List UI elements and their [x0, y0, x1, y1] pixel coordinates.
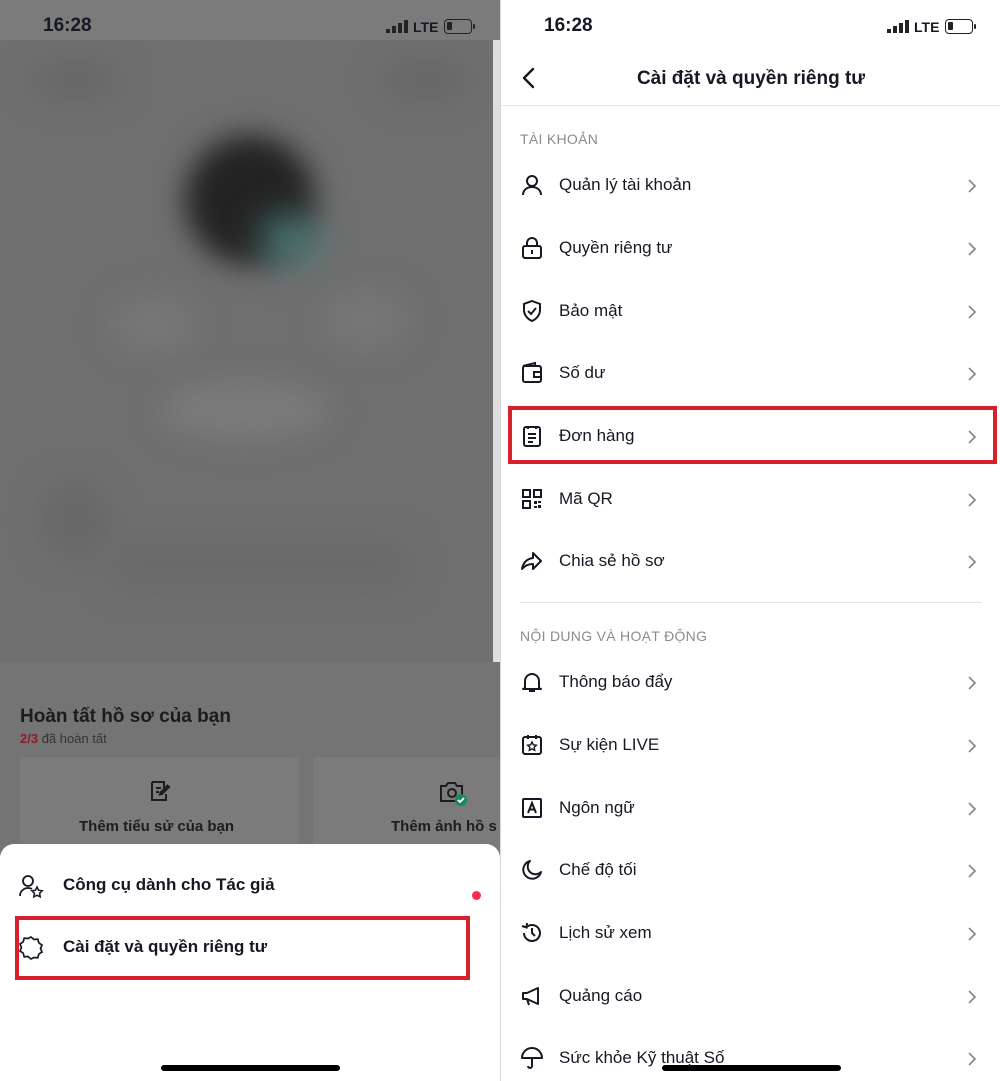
chevron-right-icon: [968, 927, 977, 941]
signal-icon: [386, 20, 408, 33]
language-a-icon: [522, 798, 542, 818]
settings-item-language[interactable]: Ngôn ngữ: [501, 778, 1000, 840]
right-screen: 16:28 LTE Cài đặt và quyền riêng tư TÀI …: [500, 0, 1000, 1081]
settings-item-label: Quảng cáo: [559, 986, 643, 1005]
settings-item-qr-code[interactable]: Mã QR: [501, 469, 1000, 531]
notification-dot: [472, 891, 481, 900]
calendar-star-icon: [522, 735, 542, 755]
left-screen: 16:28 LTE Hoàn tất hồ sơ của bạn 2/3 đã …: [0, 0, 500, 1081]
settings-item-label: Lịch sử xem: [559, 923, 652, 942]
wallet-icon: [522, 361, 542, 383]
profile-completion-title: Hoàn tất hồ sơ của bạn: [20, 706, 231, 727]
moon-icon: [522, 860, 542, 880]
chevron-right-icon: [968, 1052, 977, 1066]
highlight-box-settings: [15, 916, 470, 980]
chevron-right-icon: [968, 493, 977, 507]
nav-bar: Cài đặt và quyền riêng tư: [501, 48, 1000, 106]
chevron-right-icon: [968, 739, 977, 753]
settings-item-share-profile[interactable]: Chia sẻ hồ sơ: [501, 531, 1000, 593]
settings-item-digital-wellbeing[interactable]: Sức khỏe Kỹ thuật Số: [501, 1028, 1000, 1081]
chevron-right-icon: [968, 305, 977, 319]
home-indicator: [662, 1065, 841, 1071]
settings-item-push-notifications[interactable]: Thông báo đẩy: [501, 652, 1000, 714]
page-title: Cài đặt và quyền riêng tư: [636, 68, 866, 89]
bell-icon: [522, 673, 542, 692]
person-icon: [522, 175, 542, 196]
section-header-account: TÀI KHOẢN: [520, 131, 599, 147]
home-indicator: [161, 1065, 340, 1071]
chevron-right-icon: [968, 367, 977, 381]
settings-item-label: Ngôn ngữ: [559, 798, 635, 817]
chevron-right-icon: [968, 802, 977, 816]
network-label: LTE: [413, 19, 439, 35]
progress-text: đã hoàn tất: [41, 731, 107, 746]
umbrella-icon: [521, 1047, 543, 1069]
settings-item-label: Thông báo đẩy: [559, 672, 673, 691]
settings-item-privacy[interactable]: Quyền riêng tư: [501, 218, 1000, 280]
status-time: 16:28: [43, 15, 92, 36]
megaphone-icon: [522, 987, 539, 1006]
settings-item-label: Mã QR: [559, 489, 613, 508]
settings-item-manage-account[interactable]: Quản lý tài khoản: [501, 155, 1000, 217]
section-divider: [520, 602, 982, 603]
chevron-right-icon: [968, 242, 977, 256]
sheet-item-creator-tools[interactable]: Công cụ dành cho Tác giả: [0, 855, 500, 915]
battery-icon: [945, 19, 976, 34]
edit-note-icon: [151, 781, 171, 801]
status-time: 16:28: [544, 15, 593, 36]
add-bio-label: Thêm tiểu sử của bạn: [79, 818, 235, 835]
progress-count: 2/3: [20, 731, 39, 746]
settings-item-label: Bảo mật: [559, 301, 623, 320]
settings-item-label: Sự kiện LIVE: [559, 735, 660, 754]
add-photo-label: Thêm ảnh hồ s: [391, 818, 497, 835]
settings-item-label: Quyền riêng tư: [559, 238, 673, 257]
sheet-item-label: Công cụ dành cho Tác giả: [63, 875, 275, 894]
settings-item-balance[interactable]: Số dư: [501, 343, 1000, 405]
qr-code-icon: [522, 489, 542, 509]
settings-item-ads[interactable]: Quảng cáo: [501, 966, 1000, 1028]
share-arrow-icon: [521, 552, 542, 570]
settings-item-watch-history[interactable]: Lịch sử xem: [501, 903, 1000, 965]
signal-icon: [887, 20, 909, 33]
blurred-profile: [0, 40, 493, 662]
settings-item-live-events[interactable]: Sự kiện LIVE: [501, 715, 1000, 777]
settings-item-dark-mode[interactable]: Chế độ tối: [501, 840, 1000, 902]
profile-progress: 2/3 đã hoàn tất: [20, 731, 107, 746]
creator-tools-icon: [19, 875, 44, 899]
lock-icon: [522, 237, 542, 259]
camera-check-icon: [440, 782, 467, 806]
battery-icon: [444, 19, 475, 34]
history-icon: [521, 922, 541, 942]
settings-item-label: Chia sẻ hồ sơ: [559, 551, 665, 570]
shield-check-icon: [523, 299, 541, 323]
section-header-content-activity: NỘI DUNG VÀ HOẠT ĐỘNG: [520, 628, 708, 644]
settings-item-label: Số dư: [559, 363, 606, 382]
network-label: LTE: [914, 19, 940, 35]
settings-item-security[interactable]: Bảo mật: [501, 281, 1000, 343]
settings-item-label: Chế độ tối: [559, 860, 637, 879]
chevron-right-icon: [968, 555, 977, 569]
chevron-right-icon: [968, 676, 977, 690]
chevron-right-icon: [968, 179, 977, 193]
chevron-right-icon: [968, 990, 977, 1004]
highlight-box-orders: [508, 406, 997, 464]
settings-item-label: Quản lý tài khoản: [559, 175, 692, 194]
chevron-right-icon: [968, 864, 977, 878]
